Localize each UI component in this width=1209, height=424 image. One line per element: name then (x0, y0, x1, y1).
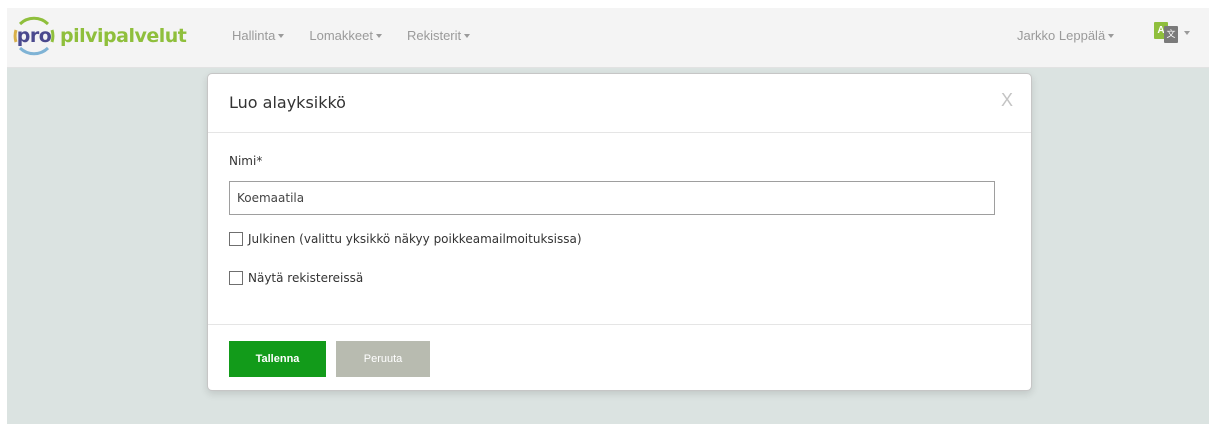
public-checkbox-row[interactable]: Julkinen (valittu yksikkö näkyy poikkeam… (229, 232, 582, 246)
page-backdrop: pro pilvipalvelut Hallinta Lomakkeet Rek… (7, 8, 1209, 424)
nav-item-hallinta[interactable]: Hallinta (232, 28, 285, 43)
logo-name: pilvipalvelut (60, 25, 187, 47)
language-menu[interactable]: A 文 (1154, 22, 1190, 44)
caret-down-icon (278, 33, 285, 38)
cancel-button[interactable]: Peruuta (336, 341, 430, 377)
logo-prefix: pro (16, 25, 52, 47)
caret-down-icon (375, 33, 382, 38)
dialog-header: Luo alayksikkö X (208, 74, 1031, 133)
nav-item-rekisterit[interactable]: Rekisterit (406, 28, 471, 43)
close-button[interactable]: X (1001, 90, 1013, 111)
nav-item-label: Lomakkeet (309, 28, 373, 43)
nav-item-lomakkeet[interactable]: Lomakkeet (309, 28, 382, 43)
user-name: Jarkko Leppälä (1017, 28, 1106, 43)
show-in-registers-checkbox-label: Näytä rekistereissä (248, 271, 364, 285)
show-in-registers-checkbox-row[interactable]: Näytä rekistereissä (229, 271, 363, 285)
user-menu[interactable]: Jarkko Leppälä (1017, 28, 1115, 43)
save-button[interactable]: Tallenna (229, 341, 326, 377)
dialog-footer: Tallenna Peruuta (208, 324, 1031, 391)
translate-icon: A 文 (1154, 22, 1178, 44)
logo-ring-icon: pro (10, 12, 58, 60)
main-menu: Hallinta Lomakkeet Rekisterit (232, 28, 495, 43)
nav-item-label: Hallinta (232, 28, 276, 43)
caret-down-icon (1108, 33, 1115, 38)
dialog-title: Luo alayksikkö (229, 93, 346, 112)
public-checkbox-label: Julkinen (valittu yksikkö näkyy poikkeam… (248, 232, 582, 246)
caret-down-icon (1184, 31, 1190, 35)
public-checkbox[interactable] (229, 232, 243, 246)
show-in-registers-checkbox[interactable] (229, 271, 243, 285)
name-input[interactable]: Koemaatila (229, 181, 995, 215)
brand-logo[interactable]: pro pilvipalvelut (10, 12, 187, 60)
create-subunit-dialog: Luo alayksikkö X Nimi* Koemaatila Julkin… (207, 73, 1032, 391)
caret-down-icon (464, 33, 471, 38)
top-navbar: pro pilvipalvelut Hallinta Lomakkeet Rek… (7, 8, 1209, 68)
name-field-label: Nimi* (229, 154, 263, 168)
nav-item-label: Rekisterit (406, 28, 462, 43)
